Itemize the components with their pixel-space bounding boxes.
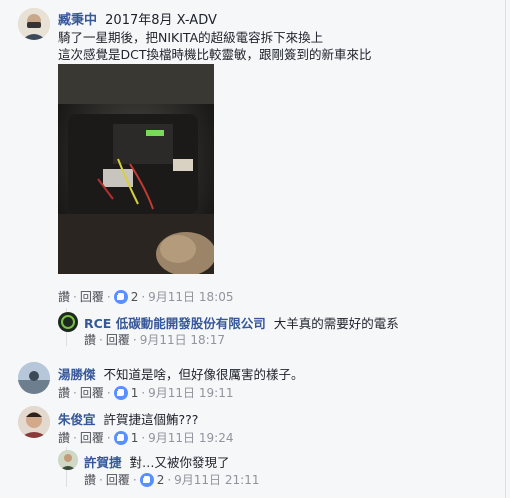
comment-actions: 讚 · 回覆 · 1 · 9月11日 19:11	[58, 386, 234, 400]
comment-text-line: 這次感覺是DCT換檔時機比較靈敏，跟剛簽到的新車來比	[58, 47, 372, 62]
like-button[interactable]: 讚	[58, 386, 70, 400]
like-reaction-icon	[113, 290, 128, 304]
reply-button[interactable]: 回覆	[106, 333, 130, 347]
comments-panel: 臧秉中 2017年8月 X-ADV 騎了一星期後，把NIKITA的超級電容拆下來…	[0, 0, 506, 498]
comment-actions: 讚 · 回覆 · 2 · 9月11日 18:05	[58, 290, 234, 304]
avatar-image	[18, 406, 50, 438]
comment-timestamp[interactable]: 9月11日 19:11	[148, 386, 233, 400]
avatar-image	[58, 450, 78, 470]
comment-actions: 讚 · 回覆 · 1 · 9月11日 19:24	[58, 431, 234, 445]
comment-text: 不知道是啥，但好像很厲害的樣子。	[103, 367, 304, 382]
comment-author[interactable]: 臧秉中	[58, 13, 97, 28]
avatar[interactable]	[58, 450, 78, 470]
avatar-image	[18, 362, 50, 394]
comment-text: 許賀捷這個鮪???	[103, 412, 199, 427]
comment-timestamp[interactable]: 9月11日 18:05	[148, 290, 233, 304]
like-button[interactable]: 讚	[84, 473, 96, 487]
comment-timestamp[interactable]: 9月11日 18:17	[140, 333, 225, 347]
avatar-image	[18, 8, 50, 40]
comment-author[interactable]: RCE 低碳動能開發股份有限公司	[84, 316, 266, 331]
comment-actions: 讚 · 回覆 · 9月11日 18:17	[84, 333, 225, 347]
avatar[interactable]	[18, 406, 50, 438]
comment-text: 大羊真的需要好的電系	[273, 316, 399, 331]
comment-author[interactable]: 許賀捷	[84, 455, 122, 470]
comment-author[interactable]: 湯勝傑	[58, 367, 96, 382]
comment-author[interactable]: 朱俊宜	[58, 412, 96, 427]
like-button[interactable]: 讚	[58, 431, 70, 445]
like-button[interactable]: 讚	[84, 333, 96, 347]
comment-actions: 讚 · 回覆 · 2 · 9月11日 21:11	[84, 473, 260, 487]
reply-button[interactable]: 回覆	[80, 386, 104, 400]
comment-timestamp[interactable]: 9月11日 19:24	[148, 431, 233, 445]
comment-headline: 2017年8月 X-ADV	[105, 13, 217, 28]
reply-button[interactable]: 回覆	[80, 290, 104, 304]
like-button[interactable]: 讚	[58, 290, 70, 304]
engine-bay-photo-image	[58, 64, 214, 274]
like-reaction-icon	[113, 431, 128, 445]
company-logo-image	[58, 312, 78, 332]
avatar[interactable]	[18, 362, 50, 394]
avatar[interactable]	[18, 8, 50, 40]
reply-button[interactable]: 回覆	[80, 431, 104, 445]
reply-button[interactable]: 回覆	[106, 473, 130, 487]
comment-timestamp[interactable]: 9月11日 21:11	[174, 473, 259, 487]
like-reaction-icon	[139, 473, 154, 487]
comment-photo[interactable]	[58, 64, 214, 274]
avatar[interactable]	[58, 312, 78, 332]
like-reaction-icon	[113, 386, 128, 400]
comment-text: 對…又被你發現了	[129, 455, 230, 470]
